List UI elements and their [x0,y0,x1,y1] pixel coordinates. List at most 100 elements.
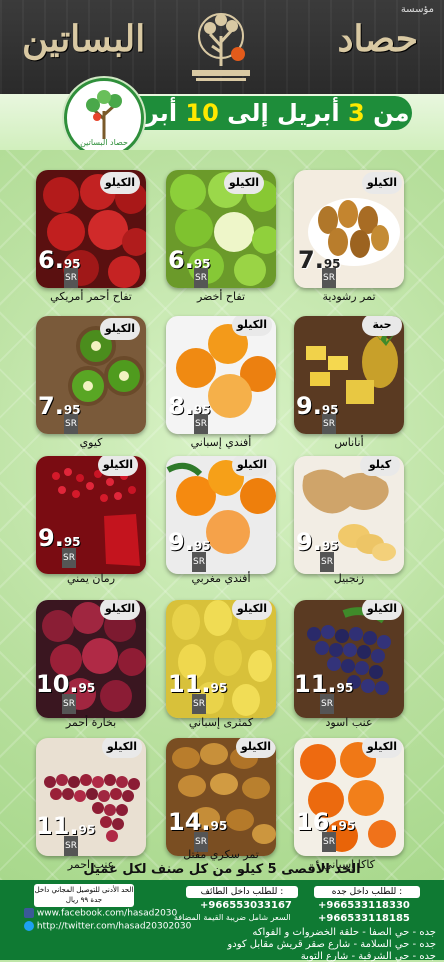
price-dec: 95 [210,681,228,695]
currency: SR [322,268,336,288]
product-name: تمر رشودية [322,290,376,303]
unit-badge: الكيلو [100,600,140,620]
twitter-link[interactable]: http://twitter.com/hasad20302030 [24,921,191,932]
product-card-pomegranate: الكيلو 9.95 SR [36,456,146,574]
currency: SR [192,552,206,572]
price-int: 8. [168,392,194,420]
product-name: أناناس [334,436,364,449]
location-1: جده - حي الصفا - حلقة الخضروات و الفواكه [252,927,436,938]
product-name: زنجبيل [333,572,365,585]
price-dec: 95 [63,535,81,549]
price-int: 9. [296,528,322,556]
taif-order-title: للطلب داخل الطائف : [186,886,298,898]
product-card-pineapple: حبة 9.95 SR [294,316,404,434]
price-int: 7. [38,392,64,420]
currency: SR [62,694,76,714]
product-card-spanish-mandarin: الكيلو 8.95 SR [166,316,276,434]
price-dec: 95 [336,681,354,695]
unit-badge: حبة [362,316,402,336]
facebook-icon [24,908,34,918]
product-card-red-grape: الكيلو 11.95 SR [36,738,146,856]
price-dec: 95 [193,539,211,553]
vat-note: السعر شامل ضريبة القيمة المضافة [174,913,291,922]
product-name: أفندي مغربي [191,572,251,585]
unit-badge: الكيلو [98,456,138,476]
product-card-ginger: كيلو 9.95 SR [294,456,404,574]
unit-badge: الكيلو [362,738,402,758]
twitter-url: http://twitter.com/hasad20302030 [36,921,192,932]
jeddah-order-title: للطلب داخل جده : [314,886,420,898]
location-3: جده - حي الشرفية - شارع التوبة [300,951,436,962]
product-name: كمثرى إسباني [188,716,254,729]
price-dec: 95 [78,681,96,695]
currency: SR [64,268,78,288]
product-card-sukkari-dates: الكيلو 14.95 SR [166,738,276,856]
product-name: بخارة أحمر [65,716,117,729]
currency: SR [64,836,78,856]
currency: SR [194,414,208,434]
unit-badge: الكيلو [100,318,140,340]
unit-badge: الكيلو [100,172,140,194]
currency: SR [192,694,206,714]
purchase-limit-note: الحد الأقصى 5 كيلو من كل صنف لكل عميل [83,862,361,877]
currency: SR [320,694,334,714]
product-card-black-grape: الكيلو 11.95 SR [294,600,404,718]
header-tag: مؤسسة [400,4,434,15]
unit-badge: الكيلو [224,172,264,194]
unit-badge: الكيلو [102,738,142,758]
price-dec: 95 [338,819,356,833]
product-name: رمان يمني [66,572,116,585]
currency: SR [322,832,336,852]
store-logo: حصاد البساتين [64,78,144,158]
price-int: 6. [168,246,194,274]
product-card-spanish-pear: الكيلو 11.95 SR [166,600,276,718]
tree-emblem-icon [192,13,250,81]
taif-phone[interactable]: +966553033167 [200,900,292,911]
currency: SR [320,552,334,572]
brand-name-right: حصاد [337,18,418,60]
unit-badge: الكيلو [232,600,272,620]
product-name: تفاح أحمر أمريكي [50,290,132,303]
unit-badge: كيلو [360,456,400,476]
price-int: 9. [38,524,64,552]
product-card-red-apple: الكيلو 6.95 SR [36,170,146,288]
product-card-dates: الكيلو 7.95 SR [294,170,404,288]
date-day2: 10 [185,99,219,127]
price-int: 6. [38,246,64,274]
twitter-icon [24,921,34,931]
product-card-persimmon: الكيلو 16.95 SR [294,738,404,856]
product-card-moroccan-mandarin: الكيلو 9.95 SR [166,456,276,574]
price-dec: 95 [78,823,96,837]
date-mid: أبريل إلى [227,99,340,127]
facebook-link[interactable]: www.facebook.com/hasad2030 [24,908,177,919]
product-name: أفندي إسباني [190,436,252,449]
jeddah-phone-1[interactable]: +966533118330 [318,900,410,911]
date-day1: 3 [348,99,365,127]
price-int: 9. [168,528,194,556]
product-name: عنب اسود [325,716,373,729]
facebook-url: www.facebook.com/hasad2030 [36,908,178,919]
brand-name-left: البساتين [22,18,146,60]
unit-badge: الكيلو [232,316,272,336]
unit-badge: الكيلو [362,600,402,620]
logo-text: حصاد البساتين [80,138,128,147]
currency: SR [322,414,336,434]
unit-badge: الكيلو [362,172,402,194]
product-card-red-plum: الكيلو 10.95 SR [36,600,146,718]
unit-badge: الكيلو [232,456,272,476]
price-int: 7. [298,246,324,274]
price-dec: 95 [321,539,339,553]
price-dec: 95 [210,819,228,833]
offer-dates: من 3 أبريل إلى 10 أبريل [112,96,412,130]
currency: SR [64,414,78,434]
product-name: كيوي [79,436,103,449]
currency: SR [62,548,76,568]
jeddah-phone-2[interactable]: +966533118185 [318,913,410,924]
product-name: تمر سكري مفتل [183,848,259,861]
product-card-kiwi: الكيلو 7.95 SR [36,316,146,434]
price-int: 9. [296,392,322,420]
unit-badge: الكيلو [236,738,276,758]
product-name: تفاح أخضر [196,290,246,303]
min-order-note: الحد الأدنى للتوصيل المجاني داخل جدة ٩٩ … [34,884,134,907]
product-card-green-apple: الكيلو 6.95 SR [166,170,276,288]
